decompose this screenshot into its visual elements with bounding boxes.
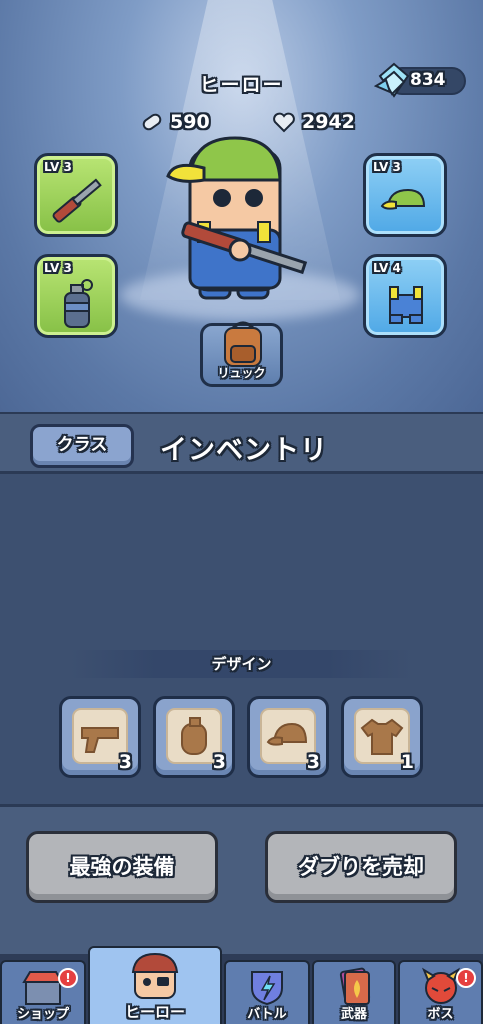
inventory-tab-row: クラス インベントリ: [0, 412, 483, 474]
nav-label: 武器: [340, 1007, 367, 1022]
nav-label: バトル: [247, 1007, 287, 1022]
equip-slot-body[interactable]: LV 4: [363, 254, 447, 338]
design-item-gun[interactable]: 3: [59, 696, 141, 778]
ammo-icon: [142, 113, 162, 131]
battle-icon: [251, 971, 283, 1006]
bottom-nav: ! ショップ ヒーロー バトル 武器 ! ボス: [0, 946, 483, 1024]
weapon-cards-icon: [339, 967, 371, 1005]
level-label: LV 3: [373, 160, 401, 174]
class-tab-button[interactable]: クラス: [30, 424, 134, 468]
design-item-shirt[interactable]: 1: [341, 696, 423, 778]
level-label: LV 3: [44, 160, 72, 174]
backpack-icon: [224, 321, 262, 367]
nav-tab-boss[interactable]: ! ボス: [398, 960, 483, 1024]
design-count: 3: [118, 751, 132, 773]
hero-face-icon: [131, 952, 179, 999]
design-item-cap[interactable]: 3: [247, 696, 329, 778]
equip-slot-weapon[interactable]: LV 3: [34, 153, 118, 237]
cap-icon: [380, 188, 426, 210]
design-count: 3: [306, 751, 320, 773]
backpack-label: リュック: [217, 366, 266, 380]
nav-tab-shop[interactable]: ! ショップ: [0, 960, 86, 1024]
nav-label: ヒーロー: [124, 1003, 185, 1021]
design-header: デザイン: [70, 650, 413, 678]
level-label: LV 3: [44, 261, 72, 275]
overalls-icon: [389, 286, 423, 324]
nav-tab-weapons[interactable]: 武器: [312, 960, 396, 1024]
gem-count: 834: [410, 70, 446, 90]
backpack-button[interactable]: リュック: [200, 321, 283, 387]
nav-tab-battle[interactable]: バトル: [224, 960, 310, 1024]
nav-label: ボス: [427, 1007, 454, 1022]
hero-scene: ヒーロー 834 590 2942 LV 3 LV 3 LV 3 LV 4 リュ…: [0, 0, 483, 412]
grenade-icon: [64, 279, 93, 328]
equip-slot-throwable[interactable]: LV 3: [34, 254, 118, 338]
sell-duplicates-button[interactable]: ダブりを売却: [265, 831, 457, 903]
nav-tab-hero[interactable]: ヒーロー: [88, 946, 222, 1024]
best-gear-button[interactable]: 最強の装備: [26, 831, 218, 903]
shotgun-icon: [52, 178, 102, 223]
boss-alert-badge: !: [456, 968, 476, 988]
equip-slot-head[interactable]: LV 3: [363, 153, 447, 237]
inventory-panel: デザイン 3 3 3 1: [0, 474, 483, 804]
nav-label: ショップ: [16, 1007, 69, 1022]
level-label: LV 4: [373, 261, 401, 275]
design-count: 3: [212, 751, 226, 773]
action-bar: 最強の装備 ダブりを売却: [0, 804, 483, 954]
design-count: 1: [400, 751, 414, 773]
gem-icon: [374, 62, 410, 98]
hero-character: [166, 136, 308, 300]
shop-alert-badge: !: [58, 968, 78, 988]
inventory-title: インベントリ: [160, 435, 328, 466]
design-item-grenade[interactable]: 3: [153, 696, 235, 778]
